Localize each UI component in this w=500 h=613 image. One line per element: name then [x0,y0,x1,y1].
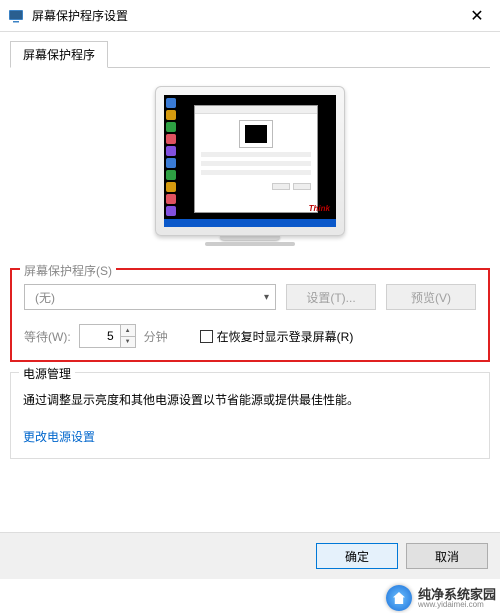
power-description: 通过调整显示亮度和其他电源设置以节省能源或提供最佳性能。 [23,391,477,410]
spin-up-icon[interactable]: ▲ [121,325,135,336]
power-group-legend: 电源管理 [19,365,75,382]
checkbox-icon [200,330,213,343]
screensaver-group-legend: 屏幕保护程序(S) [20,262,116,279]
tab-screensaver[interactable]: 屏幕保护程序 [10,41,108,68]
nested-window-preview [194,105,318,213]
combobox-value: (无) [35,289,55,306]
window-title: 屏幕保护程序设置 [32,7,454,24]
dialog-button-row: 确定 取消 [0,532,500,579]
monitor-preview: Think [10,68,490,268]
monitor-screen: Think [164,95,336,227]
monitor-bezel: Think [155,86,345,236]
wait-unit: 分钟 [144,328,168,345]
title-bar: 屏幕保护程序设置 ✕ [0,0,500,32]
wait-spinner[interactable]: 5 ▲ ▼ [79,324,136,348]
watermark-name: 纯净系统家园 [418,588,496,601]
resume-login-label: 在恢复时显示登录屏幕(R) [217,328,354,345]
settings-button: 设置(T)... [286,284,376,310]
cancel-button[interactable]: 取消 [406,543,488,569]
app-icon [8,8,24,24]
dialog-content: Think 屏幕保护程序(S) (无) ▾ 设置(T)... 预览(V) 等待(… [0,68,500,479]
change-power-settings-link[interactable]: 更改电源设置 [23,428,95,445]
spin-down-icon[interactable]: ▼ [121,336,135,347]
tab-strip: 屏幕保护程序 [0,32,500,68]
chevron-down-icon: ▾ [264,292,269,303]
preview-button: 预览(V) [386,284,476,310]
watermark: 纯净系统家园 www.yidaimei.com [386,585,496,611]
watermark-logo-icon [386,585,412,611]
ok-button[interactable]: 确定 [316,543,398,569]
watermark-url: www.yidaimei.com [418,601,496,609]
close-button[interactable]: ✕ [454,0,500,32]
brand-text: Think [309,204,330,213]
wait-label: 等待(W): [24,328,71,345]
power-management-group: 电源管理 通过调整显示亮度和其他电源设置以节省能源或提供最佳性能。 更改电源设置 [10,372,490,459]
screensaver-group: 屏幕保护程序(S) (无) ▾ 设置(T)... 预览(V) 等待(W): 5 … [10,268,490,362]
resume-login-checkbox[interactable]: 在恢复时显示登录屏幕(R) [200,328,354,345]
wait-value: 5 [80,329,120,343]
screensaver-combobox[interactable]: (无) ▾ [24,284,276,310]
close-icon: ✕ [470,6,483,26]
